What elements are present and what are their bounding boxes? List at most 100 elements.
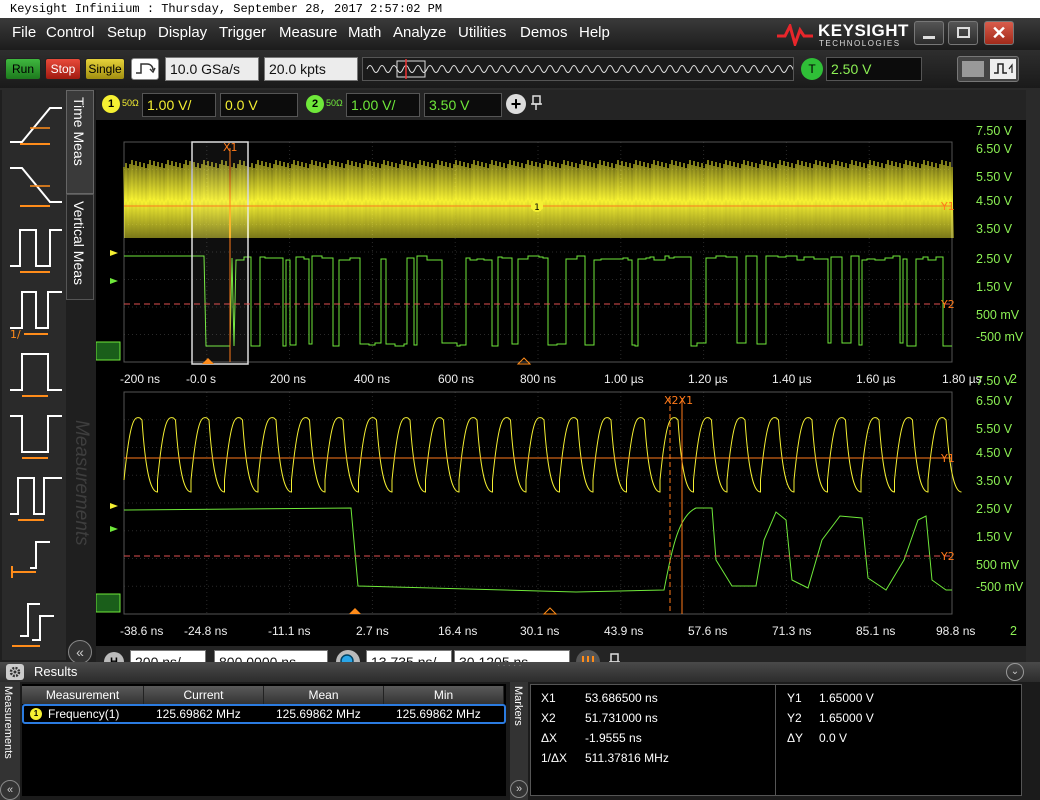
ch1-ground-marker [110, 250, 118, 256]
waveform-display[interactable]: 1 X1 Y1 Y2 X2X1 Y1 Y2 7.50 V 6.50 V 5.50… [95, 120, 1026, 646]
main-x-label-6: 1.00 µs [604, 372, 644, 386]
measurement-palette: 1/ Time Meas Vertical Meas Measurements … [0, 90, 96, 664]
single-button[interactable]: Single [85, 58, 125, 80]
main-x-label-1: -0.0 s [186, 372, 217, 386]
memory-depth-field[interactable]: 20.0 kpts [264, 57, 358, 81]
run-button[interactable]: Run [5, 58, 41, 80]
stop-button[interactable]: Stop [45, 58, 81, 80]
row-channel-badge: 1 [30, 708, 42, 720]
ch2-offset-field[interactable]: 3.50 V [424, 93, 502, 117]
main-x-label-8: 1.40 µs [772, 372, 812, 386]
zoom-x-label-6: 43.9 ns [604, 624, 644, 638]
zoom-y-label-1: 6.50 V [976, 394, 1013, 408]
menu-math[interactable]: Math [348, 24, 381, 41]
row-mean-value: 125.69862 MHz [276, 707, 361, 721]
fall-time-icon[interactable] [6, 156, 66, 216]
col-header-measurement[interactable]: Measurement [22, 686, 144, 704]
collapse-palette-button[interactable]: « [68, 640, 92, 664]
markers-side-tab[interactable]: Markers » [510, 682, 528, 800]
ch1-scale-field[interactable]: 1.00 V/ [142, 93, 216, 117]
delay-icon[interactable] [6, 528, 66, 588]
toolbar: Run Stop Single 10.0 GSa/s 20.0 kpts T 2… [0, 50, 1040, 88]
menu-measure[interactable]: Measure [279, 24, 337, 41]
marker-y2-value: 1.65000 V [819, 711, 874, 725]
menu-utilities[interactable]: Utilities [458, 24, 506, 41]
main-y-label-1: 6.50 V [976, 142, 1013, 156]
col-header-current[interactable]: Current [144, 686, 264, 704]
phase-icon[interactable] [6, 590, 66, 650]
main-ch2-ground-marker [95, 341, 121, 361]
results-resize-handle[interactable]: ····· [497, 660, 524, 671]
row-measurement-name: Frequency(1) [48, 707, 120, 721]
channel-bar: 1 50Ω 1.00 V/ 0.0 V 2 50Ω 1.00 V/ 3.50 V… [96, 90, 1026, 120]
zoom-y-label-8: -500 mV [976, 580, 1024, 594]
tab-vertical-meas-label: Vertical Meas [71, 201, 87, 286]
col-header-mean[interactable]: Mean [264, 686, 384, 704]
ch1-badge[interactable]: 1 [102, 95, 120, 113]
add-channel-button[interactable]: + [506, 94, 526, 114]
row-current-value: 125.69862 MHz [156, 707, 241, 721]
markers-panel: X1 53.686500 ns X2 51.731000 ns ΔX -1.95… [530, 684, 1022, 796]
autoscale-button[interactable] [131, 58, 159, 80]
results-collapse-button[interactable]: ⌄ [1006, 663, 1024, 681]
menu-setup[interactable]: Setup [107, 24, 146, 41]
marker-inv-dx-value: 511.37816 MHz [585, 751, 669, 765]
negative-width-icon[interactable] [6, 404, 66, 464]
results-header: Results ····· ⌄ [0, 660, 1040, 682]
menu-help[interactable]: Help [579, 24, 610, 41]
measurements-collapse-button[interactable]: « [0, 780, 20, 800]
frequency-icon[interactable]: 1/ [6, 280, 66, 340]
main-y-label-3: 4.50 V [976, 194, 1013, 208]
tab-time-meas-label: Time Meas [71, 97, 87, 166]
main-x-label-2: 200 ns [270, 372, 307, 386]
tab-vertical-meas[interactable]: Vertical Meas [66, 194, 94, 300]
results-panel: Measurements Measurement Current Mean Mi… [0, 682, 1040, 800]
menu-trigger[interactable]: Trigger [219, 24, 266, 41]
ch1-offset-field[interactable]: 0.0 V [220, 93, 298, 117]
menu-control[interactable]: Control [46, 24, 94, 41]
ch2-impedance: 50Ω [326, 98, 343, 108]
menu-file[interactable]: File [12, 24, 36, 41]
trigger-level-field[interactable]: 2.50 V [826, 57, 922, 81]
markers-side-label: Markers [512, 686, 524, 726]
markers-collapse-button[interactable]: » [510, 780, 528, 798]
close-button[interactable]: ✕ [984, 21, 1014, 45]
sample-rate-field[interactable]: 10.0 GSa/s [165, 57, 259, 81]
front-panel-button[interactable] [957, 56, 1019, 82]
results-settings-button[interactable] [6, 664, 24, 680]
zoom-x-axis-suffix: 2 [1010, 624, 1017, 638]
zoom-y1-label: Y1 [940, 452, 955, 465]
front-panel-icon [962, 59, 1016, 79]
duty-cycle-icon[interactable] [6, 466, 66, 526]
zoom-x-label-4: 16.4 ns [438, 624, 478, 638]
menu-demos[interactable]: Demos [520, 24, 568, 41]
tab-time-meas[interactable]: Time Meas [66, 90, 94, 194]
marker-inv-dx-label: 1/ΔX [541, 751, 568, 765]
marker-dy-label: ΔY [787, 731, 804, 745]
marker-x1-label: X1 [541, 691, 556, 705]
zoom-x2x1-label: X2X1 [664, 394, 693, 407]
main-y2-label: Y2 [940, 298, 955, 311]
zoom-trigger-marker [349, 608, 361, 614]
zoom-y-label-4: 3.50 V [976, 474, 1013, 488]
ch2-scale-field[interactable]: 1.00 V/ [346, 93, 420, 117]
main-x-label-9: 1.60 µs [856, 372, 896, 386]
pin-icon[interactable] [530, 94, 544, 112]
col-header-min[interactable]: Min [384, 686, 504, 704]
trigger-badge[interactable]: T [801, 58, 823, 80]
zoom-x-label-2: -11.1 ns [268, 624, 311, 638]
zoom-x-label-1: -24.8 ns [184, 624, 228, 638]
waveform-overview[interactable] [362, 57, 800, 81]
menu-display[interactable]: Display [158, 24, 207, 41]
menu-analyze[interactable]: Analyze [393, 24, 446, 41]
zoom-window-box[interactable] [191, 141, 249, 365]
rise-time-icon[interactable] [6, 94, 66, 154]
table-row[interactable]: 1 Frequency(1) 125.69862 MHz 125.69862 M… [22, 704, 506, 724]
ch2-badge[interactable]: 2 [306, 95, 324, 113]
minimize-button[interactable] [914, 21, 944, 45]
ch1-impedance: 50Ω [122, 98, 139, 108]
zoom-x-label-3: 2.7 ns [356, 624, 389, 638]
positive-width-icon[interactable] [6, 342, 66, 402]
period-icon[interactable] [6, 218, 66, 278]
maximize-button[interactable] [948, 21, 978, 45]
